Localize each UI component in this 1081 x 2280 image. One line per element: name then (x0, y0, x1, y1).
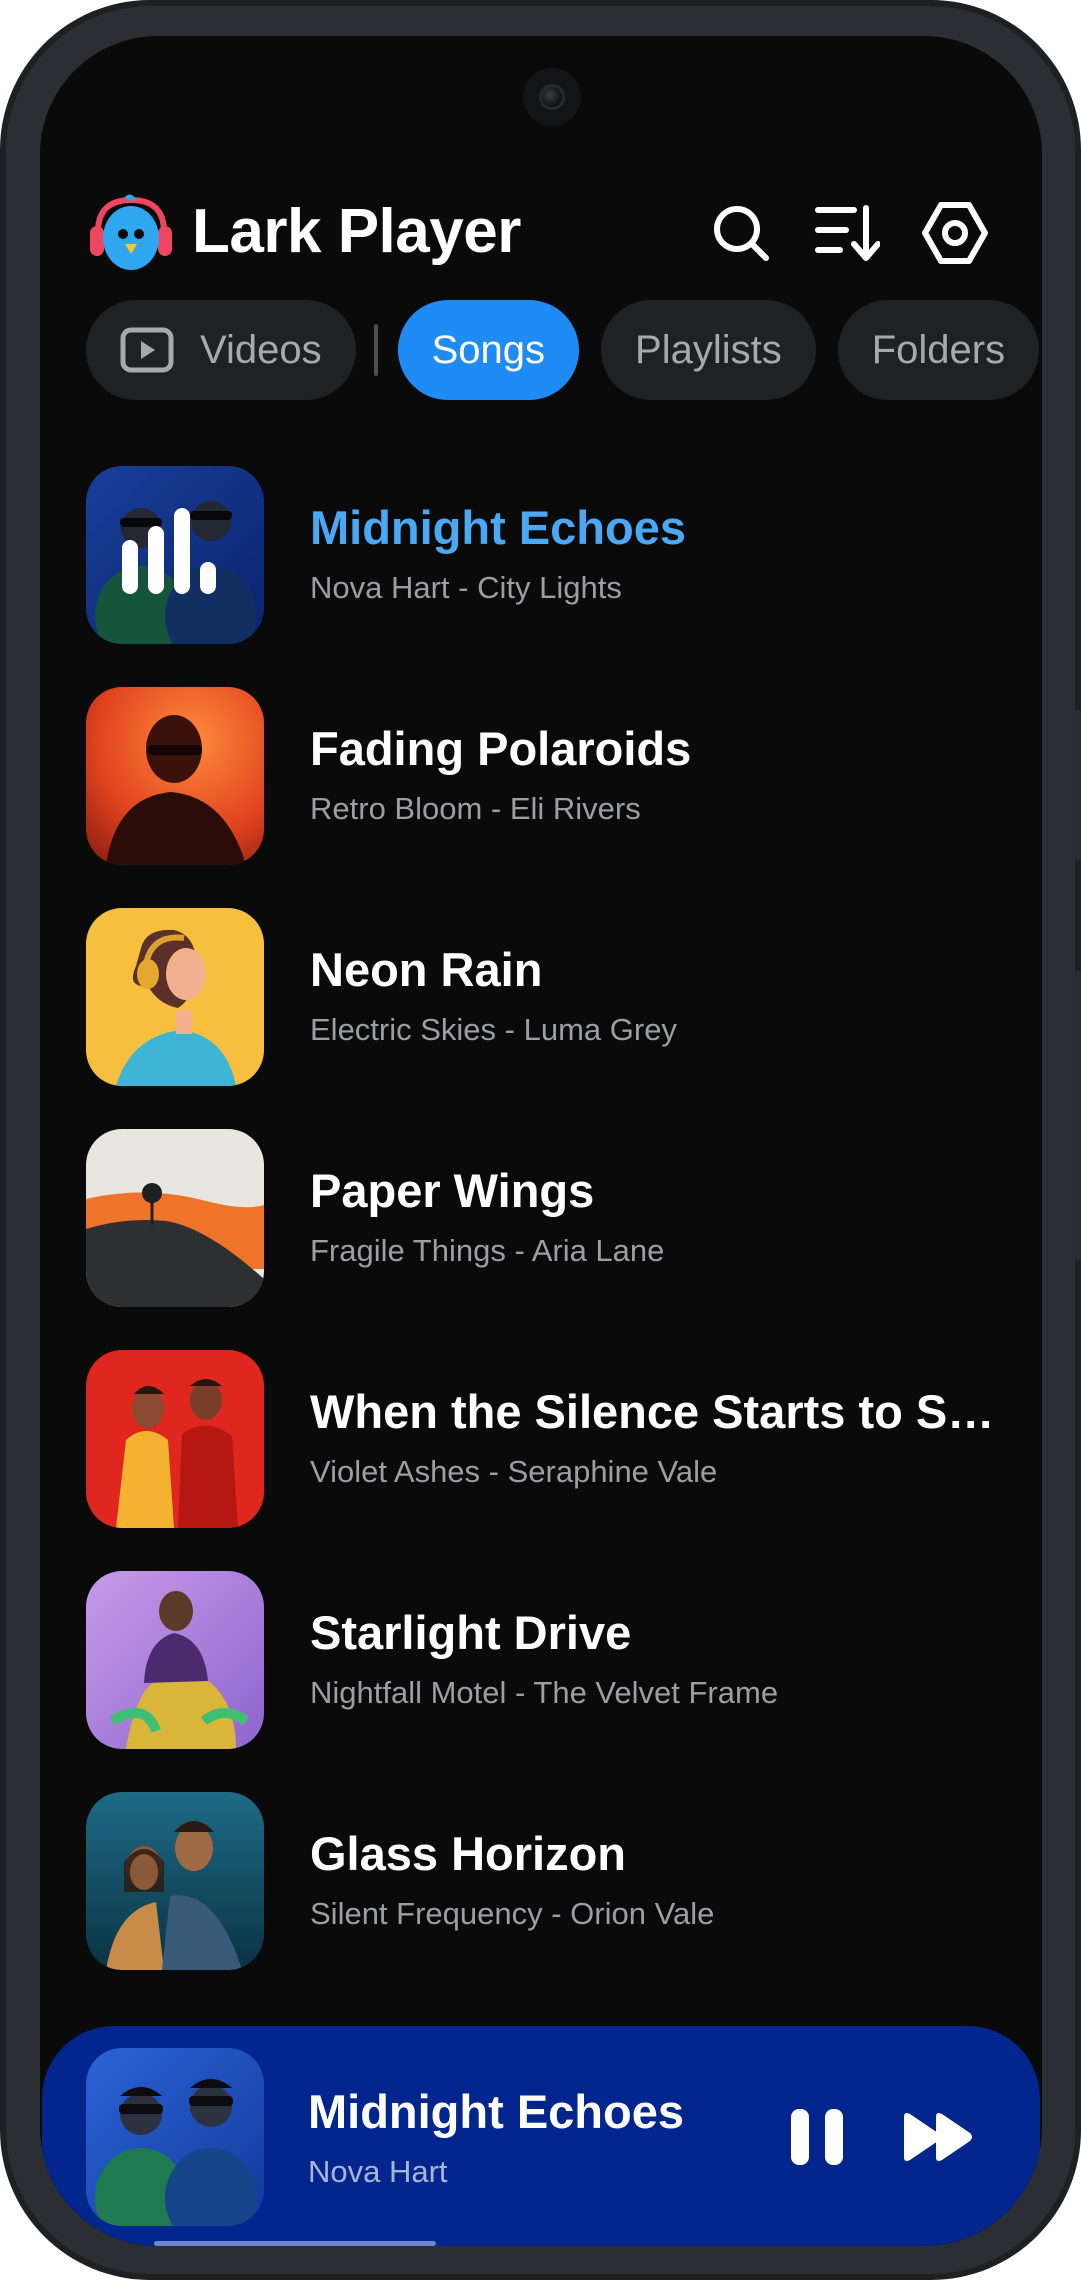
now-playing-album-art (86, 2048, 264, 2226)
song-item[interactable]: Glass Horizon Silent Frequency - Orion V… (86, 1792, 1016, 1970)
song-title: Glass Horizon (310, 1827, 627, 1880)
phone-frame: Lark Player Videos Songs Playlists Folde… (0, 0, 1081, 2280)
tab-divider (373, 324, 378, 376)
tab-songs-label: Songs (431, 327, 546, 372)
volume-button (1075, 710, 1081, 860)
lark-logo-icon (90, 194, 172, 270)
tab-songs[interactable]: Songs (397, 300, 580, 400)
search-button[interactable] (706, 198, 776, 268)
album-art (86, 687, 264, 865)
song-subtitle: Silent Frequency - Orion Vale (310, 1896, 715, 1931)
song-title: Paper Wings (310, 1164, 595, 1217)
next-button[interactable] (894, 2092, 984, 2182)
song-subtitle: Violet Ashes - Seraphine Vale (310, 1454, 718, 1489)
song-item[interactable]: Paper Wings Fragile Things - Aria Lane (86, 1129, 1016, 1307)
song-subtitle: Fragile Things - Aria Lane (310, 1233, 665, 1268)
tab-folders[interactable]: Folders (837, 300, 1040, 400)
mini-player[interactable]: Midnight Echoes Nova Hart (42, 2026, 1040, 2246)
settings-button[interactable] (920, 198, 990, 268)
song-item[interactable]: Starlight Drive Nightfall Motel - The Ve… (86, 1571, 1016, 1749)
album-art (86, 908, 264, 1086)
pause-icon (791, 2109, 843, 2165)
sort-icon (815, 205, 880, 261)
song-title: Starlight Drive (310, 1606, 632, 1659)
song-item[interactable]: Midnight Echoes Nova Hart - City Lights (86, 466, 1016, 644)
app-header: Lark Player (40, 146, 1042, 276)
category-tabs: Videos Songs Playlists Folders (86, 300, 1042, 400)
song-title: When the Silence Starts to Sc… (310, 1385, 1016, 1438)
next-icon (904, 2113, 972, 2161)
sort-button[interactable] (812, 198, 882, 268)
now-playing-title: Midnight Echoes (308, 2085, 684, 2138)
tab-playlists[interactable]: Playlists (601, 300, 816, 400)
video-icon (120, 327, 174, 373)
tab-playlists-label: Playlists (635, 327, 782, 372)
album-art (86, 1350, 264, 1528)
song-subtitle: Nightfall Motel - The Velvet Frame (310, 1675, 779, 1710)
now-playing-artist: Nova Hart (308, 2154, 448, 2189)
settings-icon (922, 202, 988, 264)
song-title: Fading Polaroids (310, 722, 692, 775)
pause-button[interactable] (772, 2092, 862, 2182)
song-title: Midnight Echoes (310, 501, 686, 554)
song-item[interactable]: Fading Polaroids Retro Bloom - Eli River… (86, 687, 1016, 865)
song-item[interactable]: Neon Rain Electric Skies - Luma Grey (86, 908, 1016, 1086)
search-icon (714, 206, 769, 261)
playback-progress[interactable] (154, 2241, 436, 2246)
album-art (86, 466, 264, 644)
front-camera (523, 68, 581, 126)
album-art (86, 1571, 264, 1749)
song-subtitle: Nova Hart - City Lights (310, 570, 622, 605)
power-button (1075, 970, 1081, 1260)
album-art (86, 1792, 264, 1970)
album-art (86, 1129, 264, 1307)
tab-videos-label: Videos (200, 327, 322, 372)
song-title: Neon Rain (310, 943, 543, 996)
app-title: Lark Player (192, 197, 521, 266)
screen: Lark Player Videos Songs Playlists Folde… (40, 36, 1042, 2246)
song-item[interactable]: When the Silence Starts to Sc… Violet As… (86, 1350, 1016, 1528)
tab-folders-label: Folders (871, 327, 1006, 372)
song-subtitle: Retro Bloom - Eli Rivers (310, 791, 641, 826)
song-subtitle: Electric Skies - Luma Grey (310, 1012, 677, 1047)
tab-videos[interactable]: Videos (86, 300, 356, 400)
